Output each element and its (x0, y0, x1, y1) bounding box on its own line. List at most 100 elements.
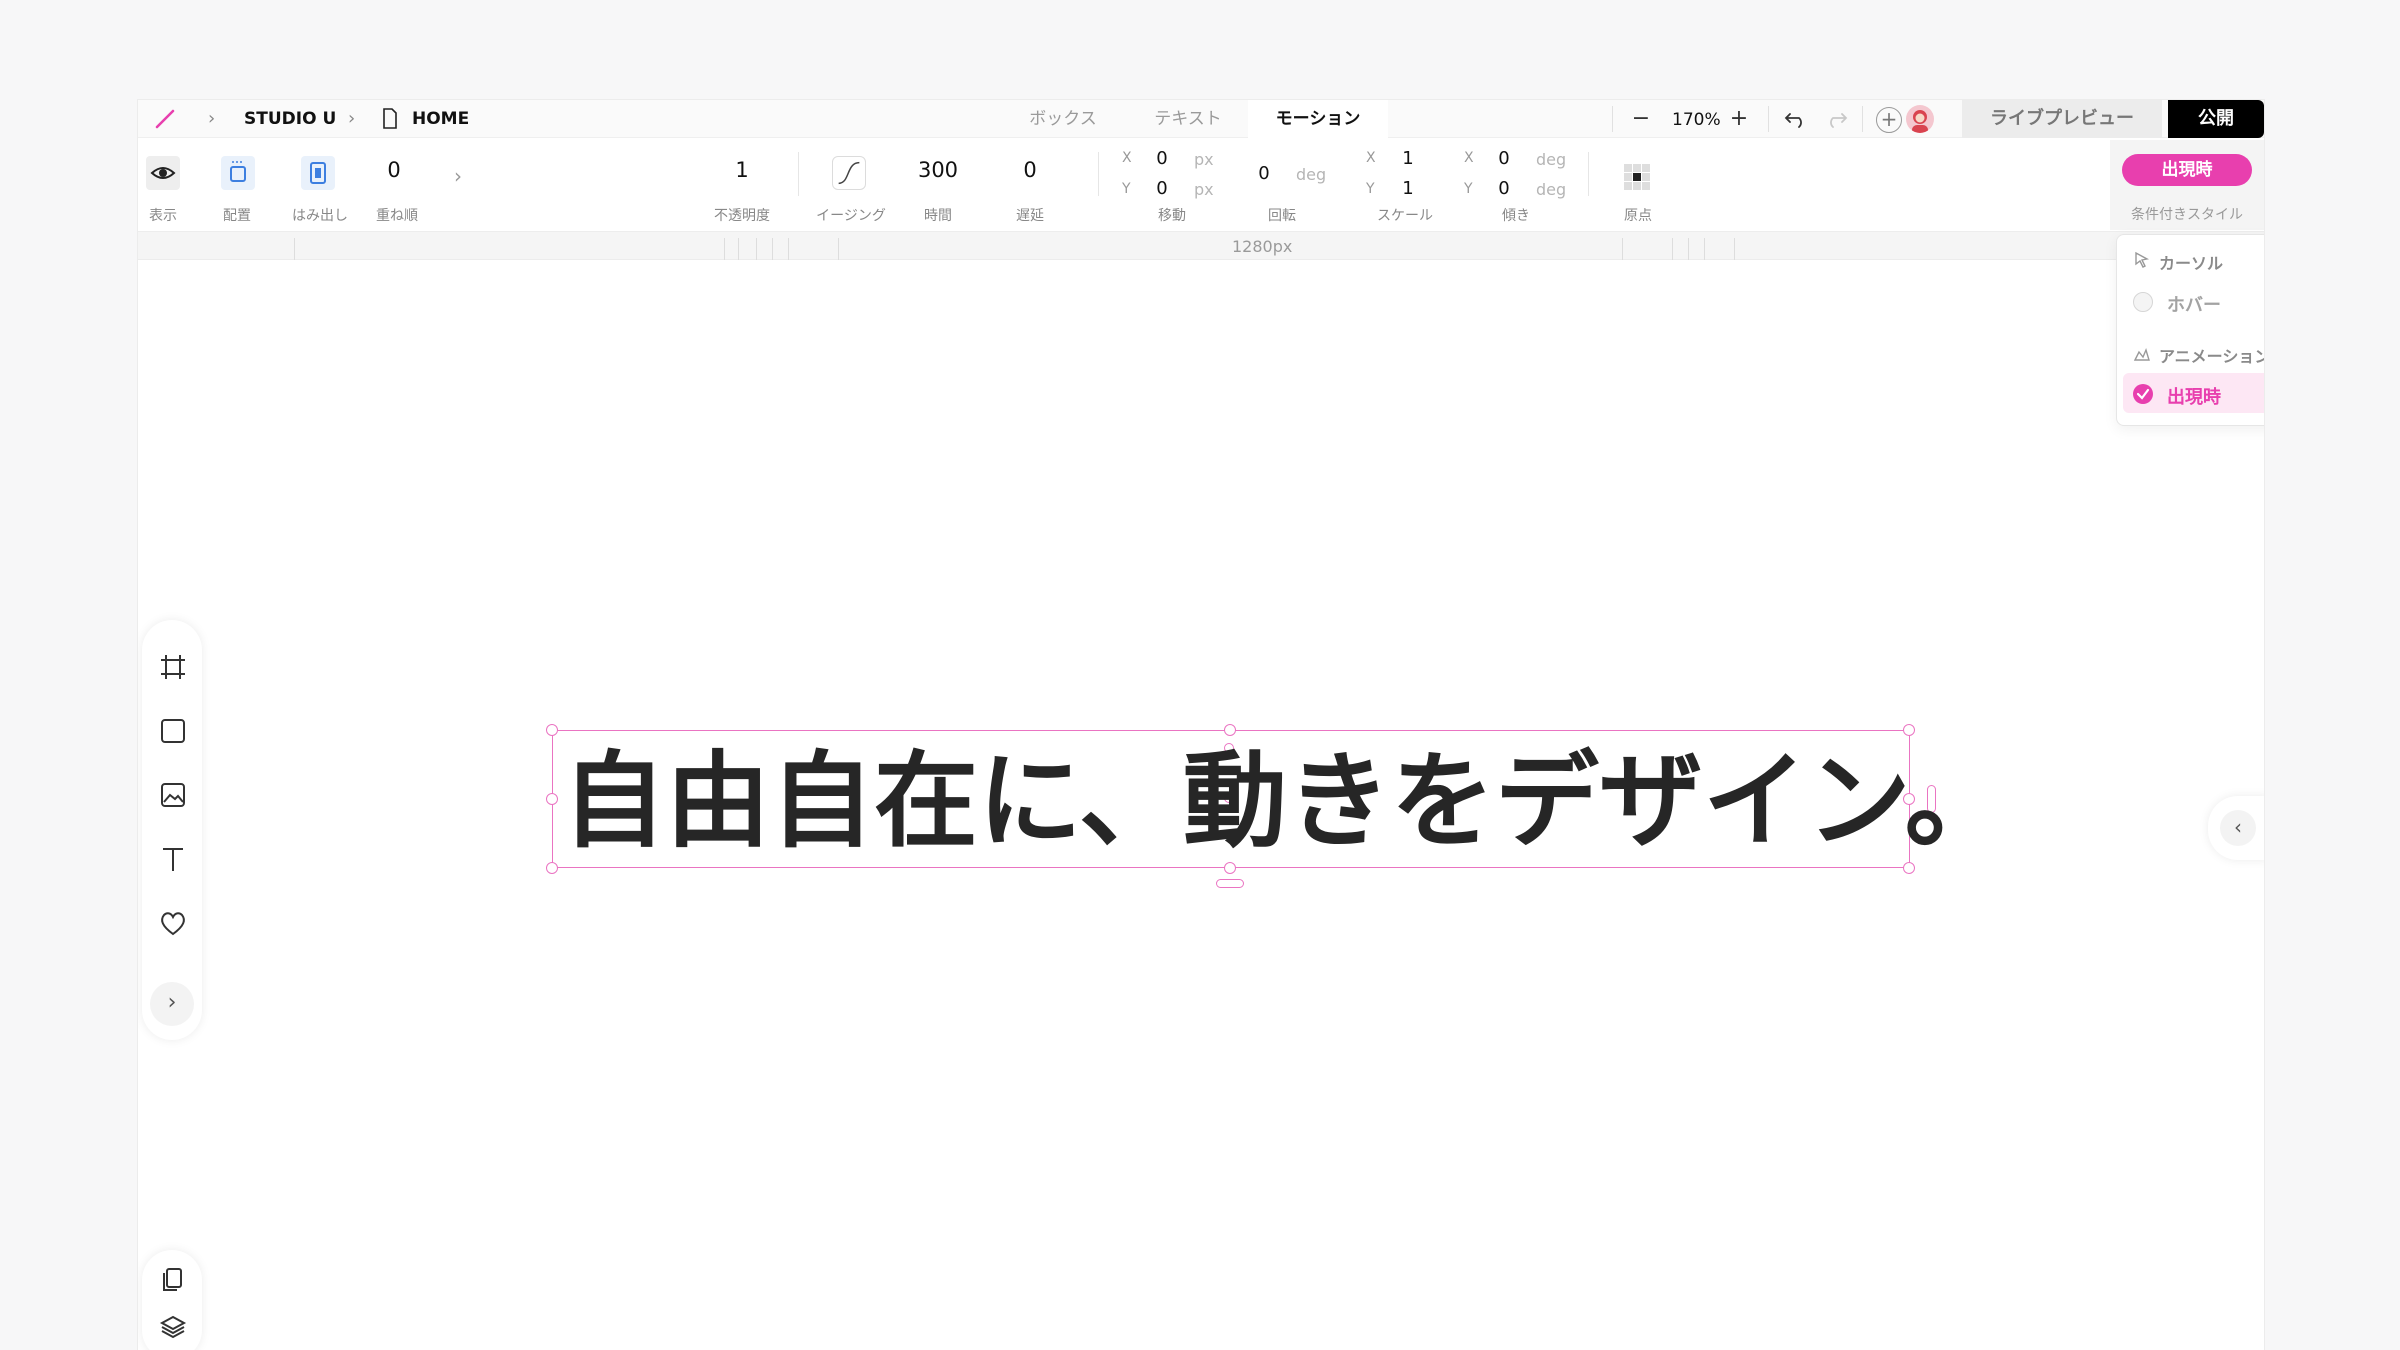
editor-window: › STUDIO U › HOME ボックス テキスト モーション − 170%… (138, 100, 2264, 1350)
canvas-width-label: 1280px (1232, 237, 1293, 256)
check-circle-icon (2133, 384, 2153, 404)
move-x-unit: px (1194, 150, 1214, 169)
chevron-right-icon: › (348, 108, 356, 129)
divider (1098, 152, 1099, 196)
skew-y-axis: Y (1464, 181, 1473, 197)
cursor-icon (2135, 251, 2150, 268)
expand-rail-button[interactable]: › (150, 982, 194, 1026)
divider (1862, 106, 1863, 132)
condition-dropdown: カーソル ホバー アニメーション 出現時 (2116, 234, 2264, 426)
live-preview-button[interactable]: ライブプレビュー (1962, 100, 2162, 138)
move-x-axis: X (1122, 150, 1132, 166)
skew-x-value[interactable]: 0 (1496, 148, 1512, 169)
easing-picker[interactable] (832, 156, 866, 190)
dropdown-item-hover[interactable]: ホバー (2123, 281, 2264, 321)
box-tool-icon[interactable] (158, 716, 188, 746)
opacity-label: 不透明度 (714, 208, 770, 224)
divider (798, 152, 799, 196)
move-y-value[interactable]: 0 (1154, 178, 1170, 199)
breadcrumb-project[interactable]: STUDIO U (244, 109, 336, 129)
collapse-panel-button[interactable]: ‹ (2220, 810, 2256, 846)
property-toolbar: 表示 配置 はみ出し 0 重ね順 › 1 不透明度 イージング 300 時間 0… (138, 138, 2264, 232)
zoom-level[interactable]: 170% (1672, 110, 1721, 130)
mode-tabs: ボックス テキスト モーション (998, 100, 1528, 138)
conditional-state-button[interactable]: 出現時 (2122, 154, 2252, 186)
breadcrumb-page[interactable]: HOME (412, 109, 469, 129)
eye-icon (150, 167, 176, 179)
dropdown-item-label: ホバー (2167, 295, 2221, 316)
tab-motion[interactable]: モーション (1248, 100, 1388, 138)
bottom-tool-rail (142, 1250, 202, 1350)
zoom-out-button[interactable]: − (1628, 106, 1654, 132)
overflow-toggle[interactable] (301, 156, 335, 190)
resize-handle[interactable] (546, 862, 558, 874)
layout-toggle[interactable] (221, 156, 255, 190)
heart-icon[interactable] (158, 908, 188, 938)
scale-label: スケール (1377, 208, 1433, 224)
conditional-style-label: 条件付きスタイル (2131, 207, 2243, 223)
canvas-ruler: 1280px (138, 232, 2264, 260)
height-handle[interactable] (1216, 879, 1244, 888)
layers-icon[interactable] (158, 1312, 188, 1342)
tool-rail: › (142, 620, 202, 1040)
top-bar: › STUDIO U › HOME ボックス テキスト モーション − 170%… (138, 100, 2264, 138)
divider (1612, 106, 1613, 132)
divider (1588, 152, 1589, 196)
canvas-headline-text[interactable]: 自由自在に、動きをデザイン。 (562, 736, 2009, 866)
skew-x-unit: deg (1536, 150, 1567, 169)
duration-value[interactable]: 300 (914, 158, 962, 182)
tab-text[interactable]: テキスト (1128, 100, 1248, 138)
skew-label: 傾き (1502, 208, 1530, 224)
rotate-label: 回転 (1268, 208, 1296, 224)
pages-icon[interactable] (158, 1264, 188, 1294)
avatar[interactable] (1906, 105, 1934, 133)
chevron-right-icon: › (208, 108, 216, 129)
dropdown-section-cursor: カーソル (2159, 254, 2224, 273)
publish-button[interactable]: 公開 (2168, 100, 2264, 138)
frame-tool-icon[interactable] (158, 652, 188, 682)
rotate-unit: deg (1296, 165, 1327, 184)
layout-label: 配置 (223, 208, 251, 224)
image-tool-icon[interactable] (158, 780, 188, 810)
overflow-label: はみ出し (292, 208, 348, 224)
scale-x-value[interactable]: 1 (1400, 148, 1416, 169)
redo-icon[interactable] (1824, 110, 1848, 128)
skew-y-value[interactable]: 0 (1496, 178, 1512, 199)
resize-handle[interactable] (546, 724, 558, 736)
chevron-right-icon[interactable]: › (454, 164, 462, 188)
skew-x-axis: X (1464, 150, 1474, 166)
resize-handle[interactable] (1224, 724, 1236, 736)
right-panel-toggle: ‹ (2208, 796, 2264, 860)
origin-label: 原点 (1624, 208, 1652, 224)
page-icon (383, 108, 397, 129)
overflow-icon (310, 162, 326, 184)
scale-y-value[interactable]: 1 (1400, 178, 1416, 199)
opacity-value[interactable]: 1 (732, 158, 752, 182)
rotate-value[interactable]: 0 (1256, 163, 1272, 184)
dropdown-item-appear[interactable]: 出現時 (2123, 373, 2264, 413)
layout-icon (230, 161, 246, 182)
tab-box[interactable]: ボックス (998, 100, 1128, 138)
divider (1768, 106, 1769, 132)
origin-grid-icon[interactable] (1622, 162, 1652, 192)
move-label: 移動 (1158, 208, 1186, 224)
undo-icon[interactable] (1784, 110, 1808, 128)
animation-icon (2133, 347, 2150, 361)
delay-value[interactable]: 0 (1020, 158, 1040, 182)
dropdown-item-label: 出現時 (2167, 387, 2221, 408)
studio-logo-icon[interactable] (154, 108, 176, 130)
dropdown-section-animation: アニメーション (2159, 347, 2264, 366)
stack-order-label: 重ね順 (376, 208, 418, 224)
move-x-value[interactable]: 0 (1154, 148, 1170, 169)
text-tool-icon[interactable] (158, 844, 188, 874)
stack-order-value[interactable]: 0 (382, 158, 406, 182)
display-toggle[interactable] (146, 156, 180, 190)
resize-handle[interactable] (1903, 724, 1915, 736)
scale-x-axis: X (1366, 150, 1376, 166)
zoom-in-button[interactable]: + (1726, 106, 1752, 132)
add-member-icon[interactable]: + (1876, 107, 1902, 133)
skew-y-unit: deg (1536, 180, 1567, 199)
resize-handle[interactable] (546, 793, 558, 805)
scale-y-axis: Y (1366, 181, 1375, 197)
radio-icon (2133, 292, 2153, 312)
